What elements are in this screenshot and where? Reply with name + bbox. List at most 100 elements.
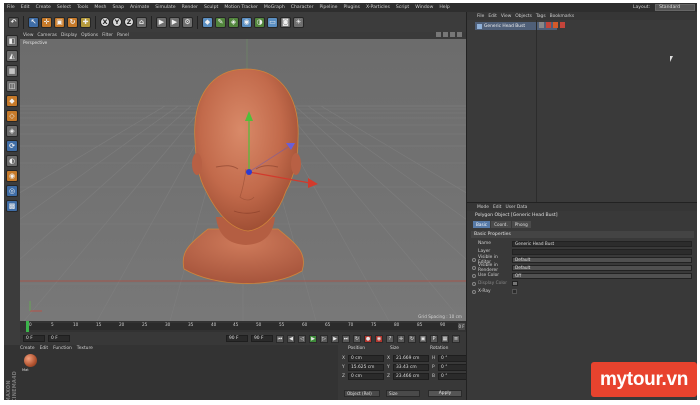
menu-simulate[interactable]: Simulate: [152, 5, 178, 10]
menu-file[interactable]: File: [4, 5, 18, 10]
visible-editor-dropdown[interactable]: Default: [512, 256, 692, 263]
min-frame-field[interactable]: 0 F: [23, 335, 45, 342]
menu-mesh[interactable]: Mesh: [91, 5, 109, 10]
make-editable-icon[interactable]: ◧: [6, 35, 18, 47]
xray-checkbox[interactable]: [512, 289, 517, 294]
object-menu-tags[interactable]: Tags: [536, 14, 546, 19]
polygons-mode-icon[interactable]: ◈: [6, 125, 18, 137]
menu-select[interactable]: Select: [54, 5, 74, 10]
axis-mode-icon[interactable]: ⟳: [6, 140, 18, 152]
visibility-icon[interactable]: [546, 22, 551, 28]
layer-icon[interactable]: [539, 22, 544, 28]
key-rotation-icon[interactable]: ↻: [408, 334, 416, 343]
material-tag-icon[interactable]: [560, 22, 565, 28]
layout-dropdown[interactable]: Standard: [655, 4, 695, 11]
object-menu-objects[interactable]: Objects: [515, 14, 532, 19]
key-param-icon[interactable]: P: [430, 334, 438, 343]
pan-icon[interactable]: [436, 32, 441, 37]
material-menu-function[interactable]: Function: [53, 346, 72, 351]
go-to-start-icon[interactable]: ⏮: [276, 334, 284, 343]
enabled-check-icon[interactable]: [553, 22, 558, 28]
size-y-field[interactable]: 33.43 cm: [393, 364, 429, 371]
model-mode-icon[interactable]: ◭: [6, 50, 18, 62]
autokey-icon[interactable]: ◉: [375, 334, 383, 343]
viewport-menu-view[interactable]: View: [23, 33, 33, 38]
preview-end-field[interactable]: 90 F: [226, 335, 248, 342]
workplane-icon[interactable]: ◫: [6, 80, 18, 92]
menu-sculpt[interactable]: Sculpt: [201, 5, 221, 10]
attribute-menu-user-data[interactable]: User Data: [505, 205, 527, 210]
menu-motion-tracker[interactable]: Motion Tracker: [221, 5, 261, 10]
camera-icon[interactable]: ◙: [280, 16, 291, 28]
rotate-tool-icon[interactable]: ↻: [67, 16, 78, 28]
render-view-icon[interactable]: ▶: [156, 16, 167, 28]
menu-mograph[interactable]: MoGraph: [261, 5, 288, 10]
move-tool-icon[interactable]: ✛: [41, 16, 52, 28]
animate-dot-icon[interactable]: [472, 257, 476, 262]
scale-tool-icon[interactable]: ▣: [54, 16, 65, 28]
play-icon[interactable]: ▶: [309, 334, 317, 343]
timeline-settings-icon[interactable]: ≡: [452, 334, 460, 343]
texture-mode-icon[interactable]: ▦: [6, 65, 18, 77]
tab-phong[interactable]: Phong: [511, 221, 531, 228]
viewport-menu-display[interactable]: Display: [61, 33, 77, 38]
material-menu-edit[interactable]: Edit: [40, 346, 49, 351]
animate-dot-icon[interactable]: [472, 273, 476, 278]
keyframe-selection-icon[interactable]: ?: [386, 334, 394, 343]
key-pla-icon[interactable]: ▦: [441, 334, 449, 343]
position-y-field[interactable]: 15.625 cm: [348, 364, 384, 371]
go-to-end-icon[interactable]: ⏭: [342, 334, 350, 343]
points-mode-icon[interactable]: ◆: [6, 95, 18, 107]
key-scale-icon[interactable]: ▣: [419, 334, 427, 343]
size-x-field[interactable]: 21.669 cm: [393, 355, 429, 362]
menu-create[interactable]: Create: [33, 5, 54, 10]
render-settings-icon[interactable]: ⚙: [182, 16, 193, 28]
menu-x-particles[interactable]: X-Particles: [363, 5, 393, 10]
menu-script[interactable]: Script: [393, 5, 412, 10]
head-bust-model[interactable]: [182, 68, 304, 284]
array-icon[interactable]: ◉: [241, 16, 252, 28]
max-frame-field[interactable]: 90 F: [251, 335, 273, 342]
undo-icon[interactable]: ↶: [8, 16, 19, 28]
position-x-field[interactable]: 0 cm: [348, 355, 384, 362]
name-field[interactable]: Generic Head Bust: [512, 240, 692, 247]
recent-tools-icon[interactable]: ✚: [80, 16, 91, 28]
size-z-field[interactable]: 23.466 cm: [393, 373, 429, 380]
edges-mode-icon[interactable]: ◇: [6, 110, 18, 122]
menu-plugins[interactable]: Plugins: [340, 5, 362, 10]
rotation-b-field[interactable]: 0 °: [438, 373, 468, 380]
solo-icon[interactable]: ◎: [6, 185, 18, 197]
subdivision-surface-icon[interactable]: ◈: [228, 16, 239, 28]
rotation-h-field[interactable]: 0 °: [438, 355, 468, 362]
viewport-menu-panel[interactable]: Panel: [117, 33, 129, 38]
animate-dot-icon[interactable]: [472, 281, 476, 286]
animate-dot-icon[interactable]: [472, 289, 476, 294]
animate-dot-icon[interactable]: [472, 265, 476, 270]
menu-help[interactable]: Help: [436, 5, 452, 10]
menu-edit[interactable]: Edit: [18, 5, 33, 10]
use-color-dropdown[interactable]: Off: [512, 272, 692, 279]
cube-primitive-icon[interactable]: ◆: [202, 16, 213, 28]
orbit-icon[interactable]: [450, 32, 455, 37]
object-menu-file[interactable]: File: [477, 14, 484, 19]
x-axis-lock-icon[interactable]: X: [100, 17, 110, 27]
layer-field[interactable]: [512, 248, 692, 255]
pen-spline-icon[interactable]: ✎: [215, 16, 226, 28]
material-menu-create[interactable]: Create: [20, 346, 35, 351]
display-color-swatch[interactable]: [512, 281, 518, 286]
perspective-viewport[interactable]: Perspective Grid Spacing : 10 cm: [20, 39, 466, 321]
menu-pipeline[interactable]: Pipeline: [316, 5, 340, 10]
coordinate-mode-dropdown[interactable]: Object (Rel): [344, 390, 380, 397]
next-key-icon[interactable]: ▶: [331, 334, 339, 343]
record-keys-icon[interactable]: ●: [364, 334, 372, 343]
size-mode-dropdown[interactable]: Size: [386, 390, 420, 397]
z-axis-lock-icon[interactable]: Z: [124, 17, 134, 27]
render-picture-viewer-icon[interactable]: ▶: [169, 16, 180, 28]
viewport-menu-cameras[interactable]: Cameras: [37, 33, 57, 38]
preview-start-field[interactable]: 0 F: [48, 335, 70, 342]
menu-animate[interactable]: Animate: [127, 5, 152, 10]
visible-renderer-dropdown[interactable]: Default: [512, 264, 692, 271]
tab-coord[interactable]: Coord.: [491, 221, 511, 228]
tweak-mode-icon[interactable]: ◐: [6, 155, 18, 167]
live-select-icon[interactable]: ↖: [28, 16, 39, 28]
